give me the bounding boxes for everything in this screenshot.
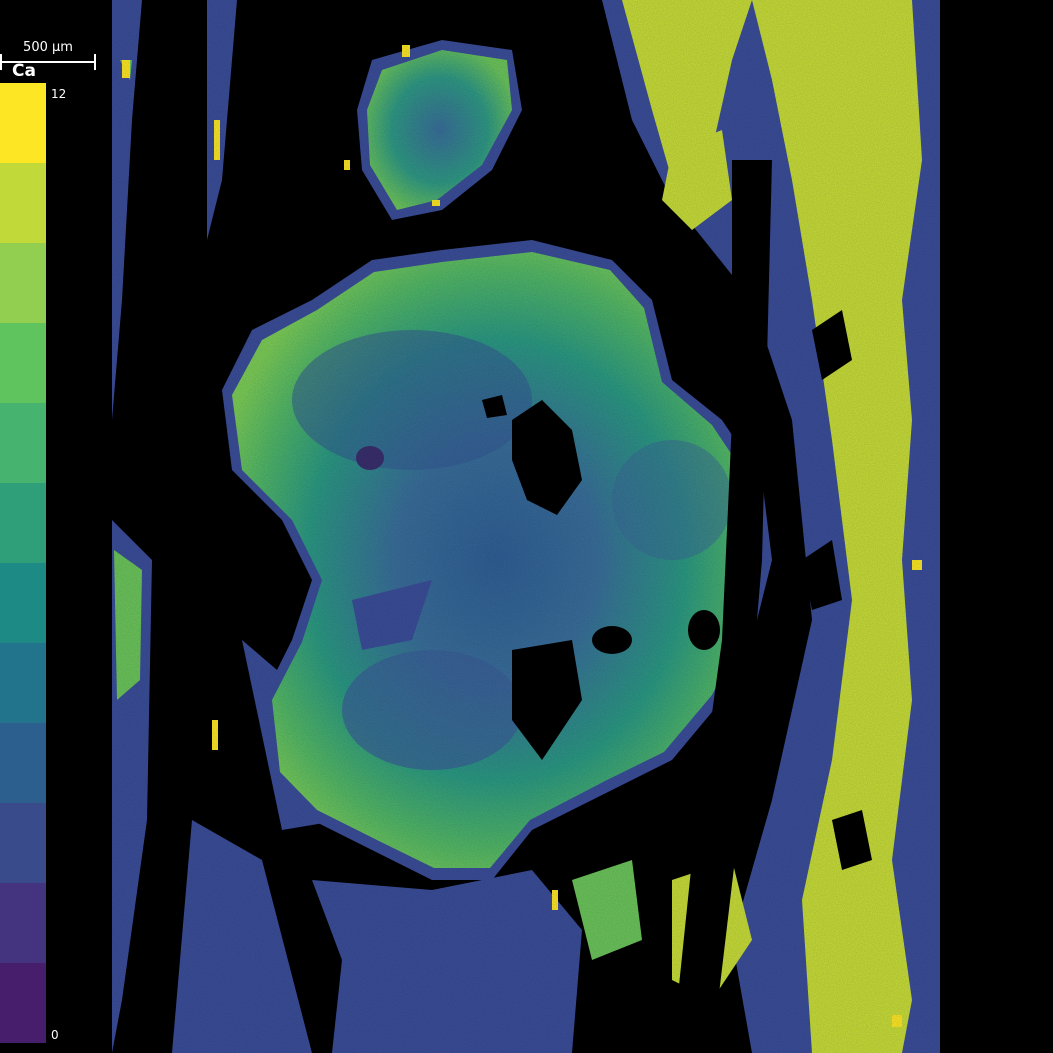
scale-bar-tick-right bbox=[94, 54, 96, 70]
colorbar-segment bbox=[0, 163, 46, 243]
element-map-image bbox=[112, 0, 940, 1053]
scale-bar-label: 500 µm bbox=[23, 40, 73, 55]
scale-bar-tick-left bbox=[0, 54, 2, 70]
colorbar-segment bbox=[0, 323, 46, 403]
colorbar-segment bbox=[0, 563, 46, 643]
colorbar-segment bbox=[0, 243, 46, 323]
element-label: Ca bbox=[12, 61, 36, 81]
colorbar-segment bbox=[0, 723, 46, 803]
scale-bar: 500 µm bbox=[0, 18, 110, 70]
colorbar bbox=[0, 83, 46, 1043]
colorbar-segment bbox=[0, 483, 46, 563]
colorbar-segment bbox=[0, 883, 46, 963]
colorbar-min-label: 0 bbox=[51, 1028, 59, 1042]
colorbar-segment bbox=[0, 83, 46, 163]
colorbar-segment bbox=[0, 403, 46, 483]
colorbar-segment bbox=[0, 803, 46, 883]
colorbar-max-label: 12 bbox=[51, 87, 67, 101]
colorbar-segment bbox=[0, 963, 46, 1043]
colorbar-segment bbox=[0, 643, 46, 723]
